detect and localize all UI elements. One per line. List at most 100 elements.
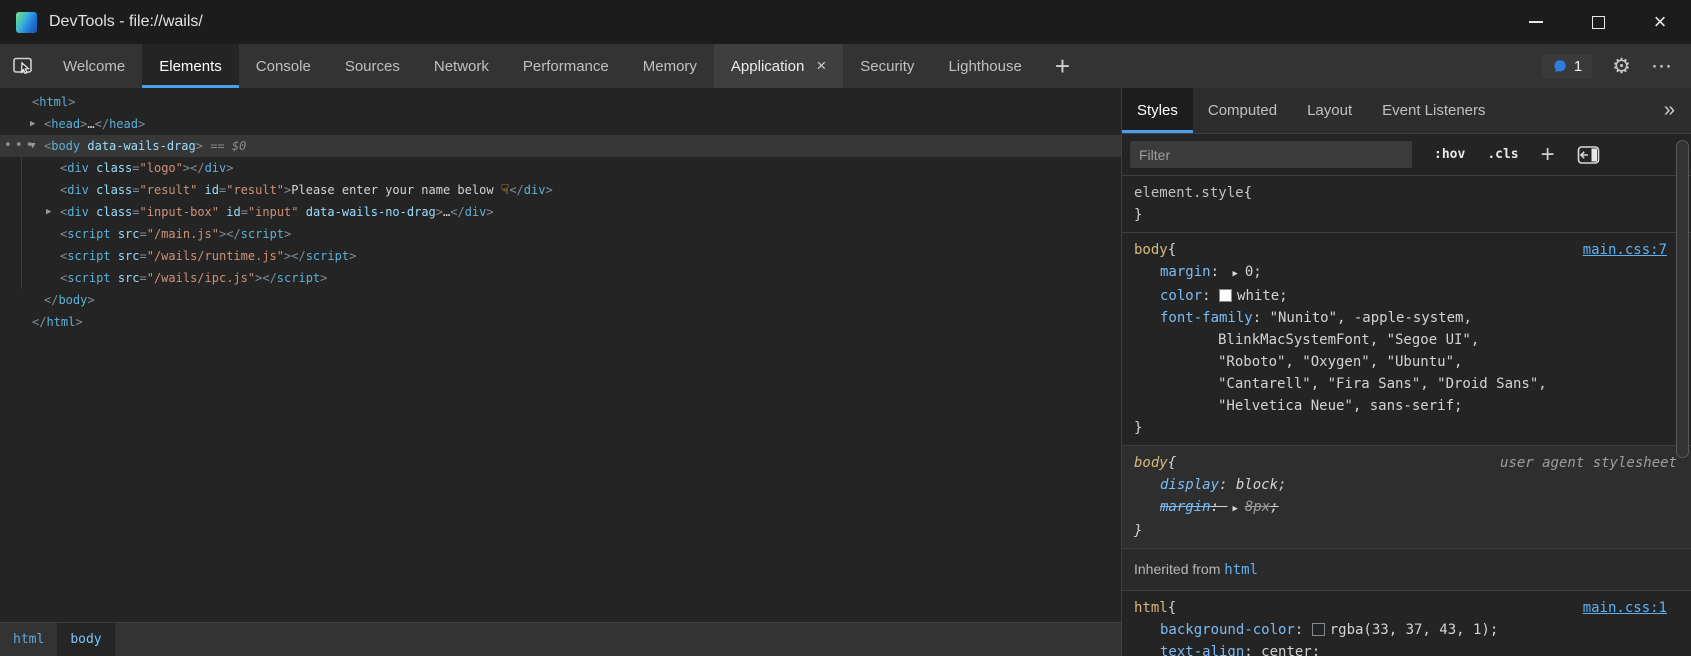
tab-application[interactable]: Application × (714, 44, 843, 88)
inspect-element-button[interactable] (0, 44, 46, 88)
code-token: class (89, 205, 132, 219)
more-options-button[interactable]: ⋯ (1651, 54, 1673, 78)
maximize-button[interactable] (1567, 0, 1629, 44)
tab-label: Welcome (63, 58, 125, 75)
tree-node[interactable]: <script src="/wails/runtime.js"></script… (0, 245, 1121, 267)
open-brace: { (1244, 182, 1252, 204)
code-token: script (306, 249, 349, 263)
styles-filter-input[interactable] (1130, 141, 1412, 168)
tab-label: Memory (643, 58, 697, 75)
css-property-value[interactable]: block (1236, 477, 1278, 493)
code-token: src (111, 249, 140, 263)
toggle-hover-state-button[interactable]: :hov (1434, 147, 1465, 162)
breadcrumb-item-body[interactable]: body (57, 623, 114, 656)
code-token: </ (95, 117, 109, 131)
tab-security[interactable]: Security (843, 44, 931, 88)
stylesheet-link[interactable]: main.css:1 (1583, 597, 1681, 619)
close-tab-icon[interactable]: × (816, 56, 826, 76)
css-declaration: display: block; (1134, 474, 1681, 496)
css-property-name[interactable]: margin (1160, 264, 1211, 280)
tab-performance[interactable]: Performance (506, 44, 626, 88)
css-property-value[interactable]: center (1261, 644, 1312, 656)
tab-sources[interactable]: Sources (328, 44, 417, 88)
computed-styles-sidebar-toggle-button[interactable] (1577, 145, 1600, 165)
code-token: div (67, 183, 89, 197)
css-property-name[interactable]: margin (1160, 499, 1211, 515)
tree-node[interactable]: •••▼<body data-wails-drag> == $0 (0, 135, 1121, 157)
colon: : (1202, 288, 1219, 304)
tree-node[interactable]: </body> (0, 289, 1121, 311)
new-tab-button[interactable]: + (1045, 44, 1080, 88)
close-button[interactable]: × (1629, 0, 1691, 44)
expand-shorthand-icon[interactable]: ▶ (1232, 498, 1237, 520)
sidebar-tab-computed[interactable]: Computed (1193, 88, 1292, 133)
tree-node[interactable]: <html> (0, 91, 1121, 113)
tab-lighthouse[interactable]: Lighthouse (931, 44, 1038, 88)
css-property-name[interactable]: text-align (1160, 644, 1244, 656)
css-declaration: margin: ▶8px; (1134, 496, 1681, 520)
more-sidebar-tabs-button[interactable]: » (1648, 88, 1691, 133)
tree-node[interactable]: </html> (0, 311, 1121, 333)
tree-node[interactable]: <div class="result" id="result">Please e… (0, 179, 1121, 201)
tab-console[interactable]: Console (239, 44, 328, 88)
tab-label: Application (731, 58, 804, 75)
tree-node[interactable]: ▶<head>…</head> (0, 113, 1121, 135)
code-token: html (39, 95, 68, 109)
css-property-name[interactable]: display (1160, 477, 1219, 493)
css-declaration: color: white; (1134, 285, 1681, 307)
issues-button[interactable]: 1 (1542, 54, 1592, 79)
css-property-name[interactable]: background-color (1160, 622, 1295, 638)
settings-button[interactable]: ⚙ (1612, 54, 1631, 78)
rule-selector[interactable]: element.style (1134, 182, 1244, 204)
semicolon: ; (1454, 398, 1462, 414)
css-property-name[interactable]: font-family (1160, 310, 1253, 326)
css-property-value[interactable]: 8px (1245, 499, 1270, 515)
tree-node[interactable]: <div class="logo"></div> (0, 157, 1121, 179)
minimize-button[interactable] (1505, 0, 1567, 44)
sidebar-tab-layout[interactable]: Layout (1292, 88, 1367, 133)
tab-welcome[interactable]: Welcome (46, 44, 142, 88)
css-property-name[interactable]: color (1160, 288, 1202, 304)
code-token: == $0 (203, 139, 246, 153)
code-token: = (241, 205, 248, 219)
color-swatch[interactable] (1219, 289, 1232, 302)
three-dots-icon: ⋯ (1651, 54, 1673, 78)
sidebar-tab-styles[interactable]: Styles (1122, 88, 1193, 133)
code-token: "input-box" (140, 205, 219, 219)
expand-shorthand-icon[interactable]: ▶ (1232, 263, 1237, 285)
breadcrumb-item-html[interactable]: html (0, 623, 57, 656)
css-property-value[interactable]: white (1237, 288, 1279, 304)
tab-memory[interactable]: Memory (626, 44, 714, 88)
sidebar-tab-event-listeners[interactable]: Event Listeners (1367, 88, 1500, 133)
expand-arrow-icon[interactable]: ▶ (30, 113, 35, 135)
code-token: = (140, 227, 147, 241)
new-style-rule-button[interactable]: + (1541, 141, 1555, 169)
tab-elements[interactable]: Elements (142, 44, 239, 88)
collapse-arrow-icon[interactable]: ▼ (30, 135, 35, 157)
css-declaration: margin: ▶0; (1134, 261, 1681, 285)
tab-label: Sources (345, 58, 400, 75)
inherited-node-link[interactable]: html (1224, 562, 1258, 578)
scrollbar-thumb[interactable] (1676, 140, 1689, 458)
rule-selector[interactable]: body (1134, 452, 1168, 474)
code-token: </ (509, 183, 523, 197)
open-brace: { (1168, 597, 1176, 619)
rule-header: html { main.css:1 (1134, 597, 1681, 619)
expand-arrow-icon[interactable]: ▶ (46, 201, 51, 223)
code-token: > (138, 117, 145, 131)
code-token: > (284, 227, 291, 241)
panel-arrow-icon (1577, 145, 1600, 165)
style-rule: body {main.css:7margin: ▶0;color: white;… (1122, 233, 1691, 446)
toggle-class-button[interactable]: .cls (1487, 147, 1518, 162)
tree-node[interactable]: <script src="/wails/ipc.js"></script> (0, 267, 1121, 289)
css-property-value[interactable]: rgba(33, 37, 43, 1) (1330, 622, 1490, 638)
rule-selector[interactable]: html (1134, 597, 1168, 619)
color-swatch[interactable] (1312, 623, 1325, 636)
code-token: = (140, 249, 147, 263)
tree-node[interactable]: <script src="/main.js"></script> (0, 223, 1121, 245)
tab-network[interactable]: Network (417, 44, 506, 88)
stylesheet-link[interactable]: main.css:7 (1583, 239, 1681, 261)
maximize-icon (1592, 16, 1605, 29)
tree-node[interactable]: ▶<div class="input-box" id="input" data-… (0, 201, 1121, 223)
rule-selector[interactable]: body (1134, 239, 1168, 261)
